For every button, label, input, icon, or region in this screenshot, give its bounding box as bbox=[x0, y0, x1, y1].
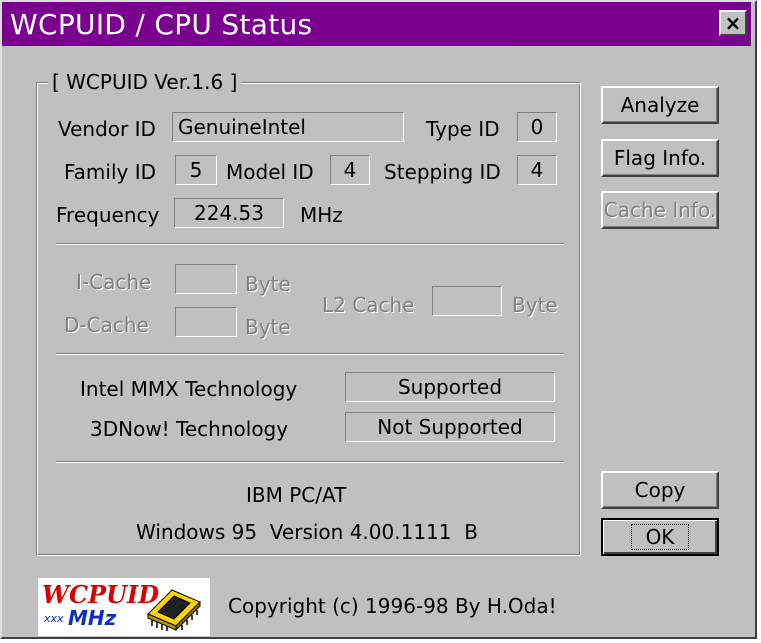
stepping-id-label: Stepping ID bbox=[384, 160, 501, 184]
separator bbox=[56, 461, 564, 463]
frequency-label: Frequency bbox=[56, 203, 160, 227]
l2cache-unit: Byte bbox=[512, 293, 558, 317]
ok-button[interactable]: OK bbox=[601, 518, 719, 556]
dcache-unit: Byte bbox=[245, 315, 291, 339]
mmx-label: Intel MMX Technology bbox=[80, 377, 298, 401]
flag-info-button[interactable]: Flag Info. bbox=[601, 139, 719, 177]
group-legend: [ WCPUID Ver.1.6 ] bbox=[48, 70, 242, 94]
window-title: WCPUID / CPU Status bbox=[10, 8, 313, 41]
separator bbox=[56, 243, 564, 245]
close-button[interactable]: × bbox=[719, 10, 747, 36]
family-id-label: Family ID bbox=[64, 160, 157, 184]
logo-small-text: xxx bbox=[44, 612, 64, 625]
frequency-field: 224.53 bbox=[174, 198, 284, 228]
title-bar[interactable]: WCPUID / CPU Status × bbox=[2, 2, 751, 46]
family-id-value: 5 bbox=[189, 158, 203, 182]
frequency-value: 224.53 bbox=[194, 201, 264, 225]
model-id-field: 4 bbox=[330, 155, 370, 185]
copy-button[interactable]: Copy bbox=[601, 471, 719, 509]
dcache-label: D-Cache bbox=[64, 313, 149, 337]
type-id-value: 0 bbox=[530, 115, 544, 139]
type-id-label: Type ID bbox=[426, 117, 500, 141]
3dnow-status-field: Not Supported bbox=[345, 412, 555, 442]
logo-mhz: MHz bbox=[68, 606, 117, 630]
cache-info-label: Cache Info. bbox=[603, 198, 717, 222]
dcache-field bbox=[175, 307, 237, 337]
mmx-status-value: Supported bbox=[397, 375, 503, 399]
model-id-value: 4 bbox=[343, 158, 357, 182]
frequency-unit: MHz bbox=[300, 203, 343, 227]
close-icon: × bbox=[724, 11, 742, 35]
l2cache-label: L2 Cache bbox=[322, 293, 415, 317]
cache-info-button[interactable]: Cache Info. bbox=[601, 191, 719, 229]
separator bbox=[56, 353, 564, 355]
icache-label: I-Cache bbox=[76, 270, 152, 294]
icache-field bbox=[175, 264, 237, 294]
stepping-id-value: 4 bbox=[530, 158, 544, 182]
os-version: Windows 95 Version 4.00.1111 B bbox=[136, 520, 478, 544]
3dnow-label: 3DNow! Technology bbox=[90, 417, 289, 441]
flag-info-label: Flag Info. bbox=[613, 146, 707, 170]
mmx-status-field: Supported bbox=[345, 372, 555, 402]
3dnow-status-value: Not Supported bbox=[377, 415, 523, 439]
analyze-button[interactable]: Analyze bbox=[601, 86, 719, 124]
model-id-label: Model ID bbox=[226, 160, 314, 184]
vendor-id-value: GenuineIntel bbox=[178, 115, 306, 139]
copyright-text: Copyright (c) 1996-98 By H.Oda! bbox=[228, 594, 557, 618]
wcpuid-logo: WCPUID xxx MHz bbox=[38, 578, 210, 636]
cpu-chip-icon bbox=[147, 589, 201, 632]
l2cache-field bbox=[432, 286, 502, 316]
analyze-label: Analyze bbox=[620, 93, 700, 117]
ok-label: OK bbox=[630, 524, 690, 550]
stepping-id-field: 4 bbox=[517, 155, 557, 185]
vendor-id-label: Vendor ID bbox=[58, 117, 156, 141]
family-id-field: 5 bbox=[175, 155, 217, 185]
vendor-id-field: GenuineIntel bbox=[172, 112, 404, 142]
type-id-field: 0 bbox=[517, 112, 557, 142]
copy-label: Copy bbox=[634, 478, 686, 502]
machine-type: IBM PC/AT bbox=[246, 483, 347, 507]
icache-unit: Byte bbox=[245, 272, 291, 296]
